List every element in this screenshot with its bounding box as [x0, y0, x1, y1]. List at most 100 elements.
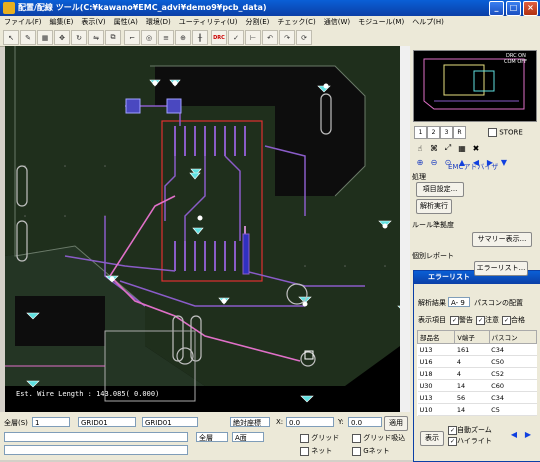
overview-minimap[interactable]: DRC ON COM OFF	[413, 50, 537, 122]
view-tab-1[interactable]: 1	[414, 126, 427, 139]
store-check-box[interactable]	[488, 128, 497, 137]
menu-view[interactable]: 表示(V)	[77, 16, 109, 28]
y-input[interactable]: 0.0	[348, 417, 382, 427]
summary-button[interactable]: サマリー表示...	[472, 232, 532, 247]
autozoom-check-box[interactable]: ✓	[448, 425, 457, 435]
table-row-selected[interactable]: U30 14 C60	[417, 379, 537, 392]
pan-down-icon[interactable]: ▼	[498, 156, 510, 168]
warning-check-box[interactable]: ✓	[450, 315, 459, 325]
zoom-in-icon[interactable]: ⊕	[414, 156, 426, 168]
side-select[interactable]: A面	[232, 432, 264, 442]
select-tool-icon[interactable]: ↖	[3, 30, 19, 45]
maximize-button[interactable]: □	[506, 1, 521, 16]
grid-select-1[interactable]: GRID01	[78, 417, 136, 427]
run-analysis-button[interactable]: 解析実行	[416, 199, 452, 214]
grid-snap-checkbox[interactable]: グリッド吸込	[352, 433, 405, 443]
menu-utility[interactable]: ユーティリティ(U)	[175, 16, 242, 28]
copy-tool-icon[interactable]: ⧉	[105, 30, 121, 45]
grid-checkbox[interactable]: グリッド	[300, 433, 339, 443]
menu-help[interactable]: ヘルプ(H)	[408, 16, 448, 28]
pointer-icon[interactable]: ☝	[414, 142, 426, 154]
net-checkbox-label: ネット	[311, 447, 333, 455]
coord-mode-select[interactable]: 絶対座標	[230, 417, 270, 427]
caution-check-box[interactable]: ✓	[476, 315, 485, 325]
net-check-box[interactable]	[300, 446, 309, 456]
col-bypass-cap[interactable]: パスコン	[488, 330, 538, 344]
menu-edit[interactable]: 編集(E)	[46, 16, 78, 28]
erase-icon[interactable]: ✖	[470, 142, 482, 154]
highlight-check-box[interactable]: ✓	[448, 436, 457, 446]
minimize-button[interactable]: _	[489, 1, 504, 16]
check-tool-icon[interactable]: ✓	[228, 30, 244, 45]
prev-error-icon[interactable]: ◀	[508, 428, 520, 440]
rule-compliance-label: ルール準拠度	[412, 221, 454, 229]
table-row[interactable]: U16 4 C50	[417, 355, 537, 368]
net-checkbox[interactable]: ネット	[300, 446, 332, 456]
cell-vterm: 14	[454, 379, 490, 392]
grid-snap-check-box[interactable]	[352, 433, 361, 443]
grid-select-2[interactable]: GRID01	[142, 417, 198, 427]
drc-button[interactable]: DRC	[211, 30, 227, 45]
table-row[interactable]: U18 4 C52	[417, 367, 537, 380]
error-list-button[interactable]: エラーリスト...	[474, 261, 528, 276]
menu-environment[interactable]: 環境(D)	[142, 16, 175, 28]
table-row[interactable]: U10 14 C5	[417, 403, 537, 416]
split-tool-icon[interactable]: ╫	[192, 30, 208, 45]
mirror-tool-icon[interactable]: ⇋	[88, 30, 104, 45]
view-tab-3[interactable]: 3	[440, 126, 453, 139]
grid-check-box[interactable]	[300, 433, 309, 443]
bus-tool-icon[interactable]: ≡	[158, 30, 174, 45]
caution-checkbox[interactable]: ✓ 注意	[476, 315, 499, 325]
measure-tool-icon[interactable]: ⊢	[245, 30, 261, 45]
gnet-check-box[interactable]	[352, 446, 361, 456]
col-part-name[interactable]: 部品名	[416, 330, 456, 344]
redo-icon[interactable]: ↷	[279, 30, 295, 45]
menu-split[interactable]: 分割(E)	[242, 16, 274, 28]
pass-check-box[interactable]: ✓	[502, 315, 511, 325]
show-button[interactable]: 表示	[420, 431, 444, 446]
grid-view-icon[interactable]: ▦	[456, 142, 468, 154]
net-tool-icon[interactable]: ⊕	[175, 30, 191, 45]
view-tab-2[interactable]: 2	[427, 126, 440, 139]
autozoom-checkbox[interactable]: ✓ 自動ズーム	[448, 425, 492, 435]
x-input[interactable]: 0.0	[286, 417, 334, 427]
component-tool-icon[interactable]: ▦	[37, 30, 53, 45]
gnet-checkbox[interactable]: Gネット	[352, 446, 390, 456]
menu-attribute[interactable]: 属性(A)	[110, 16, 142, 28]
col-v-terminal[interactable]: V端子	[454, 330, 490, 344]
item-settings-button[interactable]: 項目設定...	[416, 182, 464, 197]
undo-icon[interactable]: ↶	[262, 30, 278, 45]
warning-checkbox[interactable]: ✓ 警告	[450, 315, 473, 325]
via-tool-icon[interactable]: ◎	[141, 30, 157, 45]
move-tool-icon[interactable]: ✥	[54, 30, 70, 45]
pcb-canvas[interactable]	[5, 46, 410, 412]
pass-checkbox[interactable]: ✓ 合格	[502, 315, 525, 325]
rotate-tool-icon[interactable]: ↻	[71, 30, 87, 45]
zoom-out-icon[interactable]: ⊖	[428, 156, 440, 168]
route-tool-icon[interactable]: ⌐	[124, 30, 140, 45]
menu-comm[interactable]: 通信(W)	[320, 16, 354, 28]
wire-length-readout: Est. Wire Length : 143.085( 0.000)	[16, 390, 160, 398]
table-header-row: 部品名 V端子 パスコン	[416, 330, 538, 344]
menu-check[interactable]: チェック(C)	[273, 16, 319, 28]
menu-file[interactable]: ファイル(F)	[0, 16, 46, 28]
store-checkbox[interactable]: STORE	[488, 128, 523, 137]
next-error-icon[interactable]: ▶	[522, 428, 534, 440]
apply-button[interactable]: 適用	[384, 416, 408, 431]
result-select[interactable]: A- 9	[448, 297, 470, 307]
menu-module[interactable]: モジュール(M)	[354, 16, 408, 28]
view-tab-r[interactable]: R	[453, 126, 466, 139]
table-row[interactable]: U13 161 C34	[417, 343, 537, 356]
table-row[interactable]: U13 56 C34	[417, 391, 537, 404]
close-button[interactable]: ×	[523, 1, 538, 16]
all-layers-select[interactable]: 全層	[196, 432, 228, 442]
message-input[interactable]	[4, 445, 188, 455]
highlight-icon[interactable]: ⌘	[428, 142, 440, 154]
pen-tool-icon[interactable]: ✎	[20, 30, 36, 45]
layer-select[interactable]: 1	[32, 417, 70, 427]
highlight-checkbox[interactable]: ✓ ハイライト	[448, 436, 492, 446]
vertical-scrollbar[interactable]	[400, 46, 410, 412]
fit-icon[interactable]: ⤢	[442, 142, 454, 154]
refresh-icon[interactable]: ⟳	[296, 30, 312, 45]
command-input[interactable]	[4, 432, 188, 442]
